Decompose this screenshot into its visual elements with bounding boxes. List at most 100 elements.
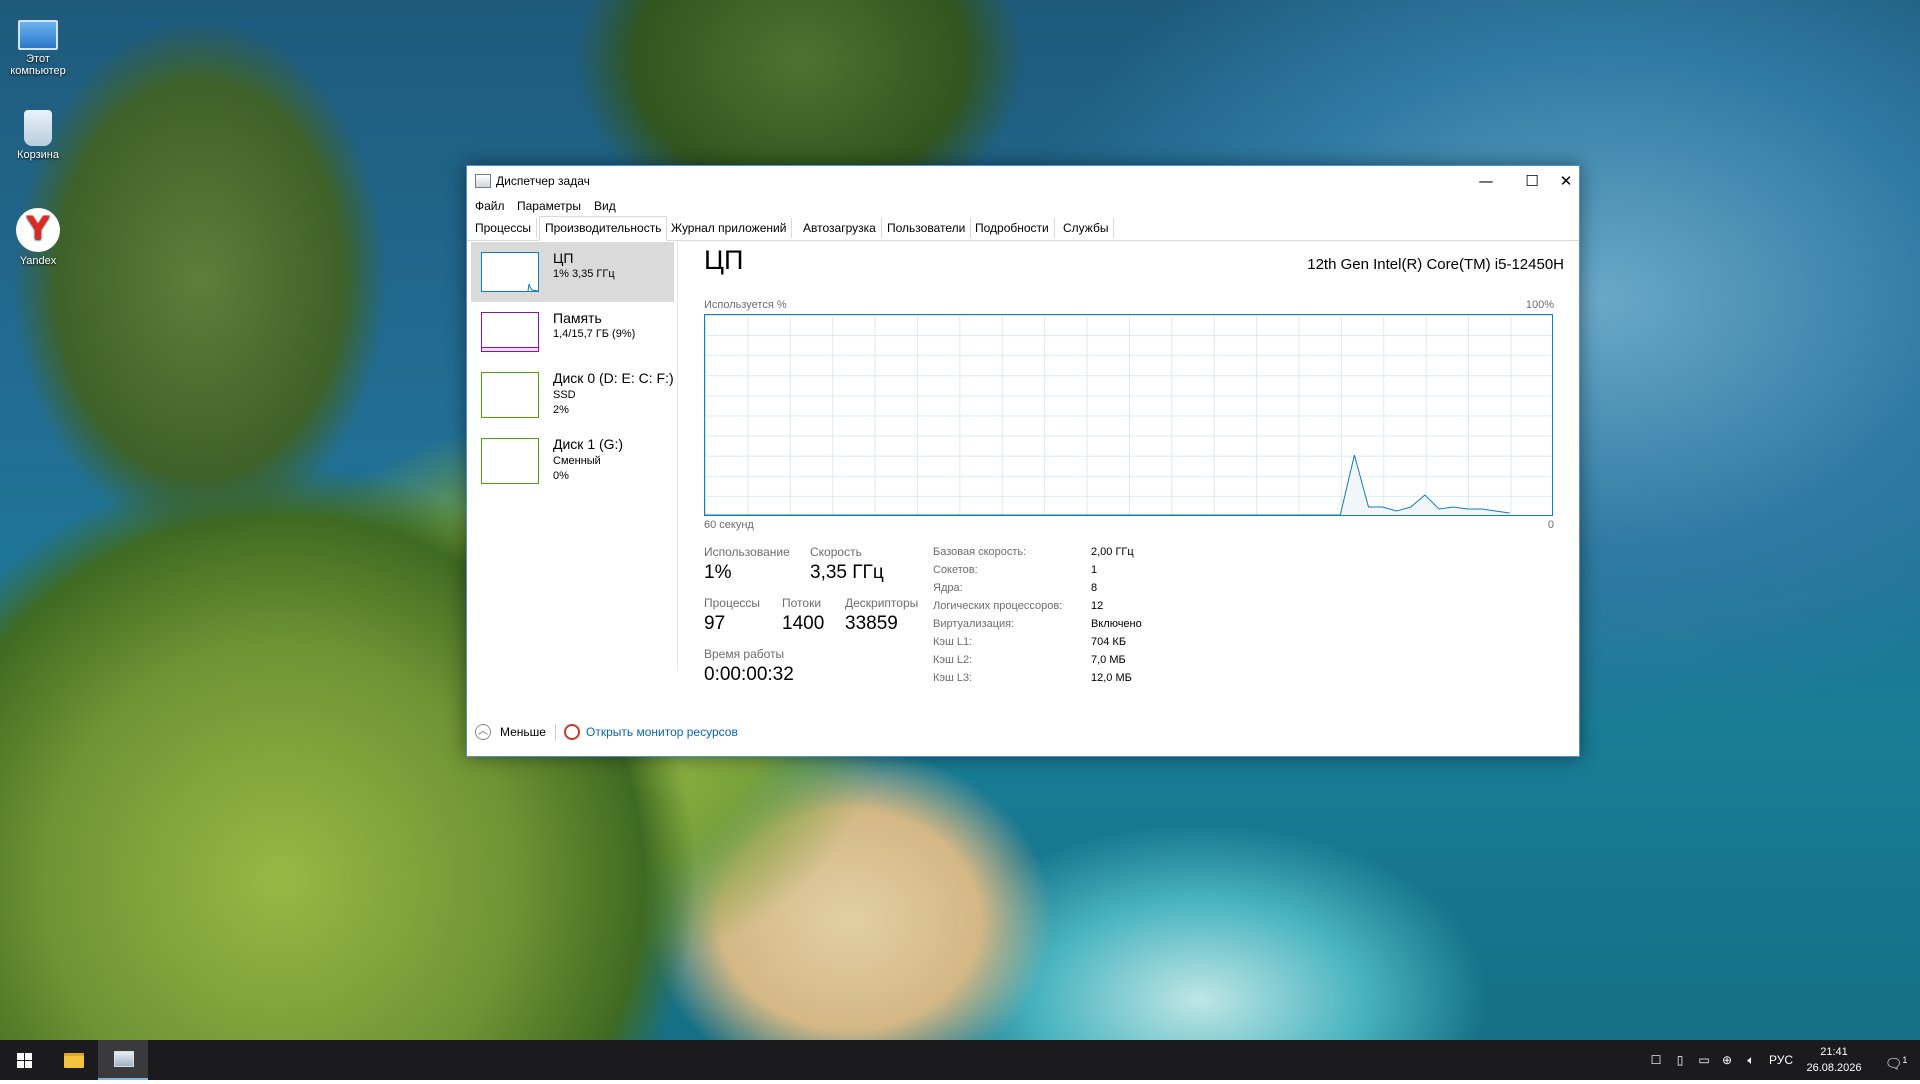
spec-label: Кэш L2: — [933, 654, 973, 666]
usage-label: Использование — [704, 545, 790, 559]
resource-title: Диск 0 (D: E: C: F:) — [553, 370, 674, 386]
yandex-browser-icon: Y — [16, 208, 60, 252]
spec-value: 12 — [1091, 600, 1104, 612]
taskbar-file-explorer[interactable] — [48, 1040, 98, 1080]
minimize-button[interactable]: — — [1463, 166, 1509, 196]
resource-subtitle: 1,4/15,7 ГБ (9%) — [553, 328, 636, 340]
resource-subtitle: Сменный — [553, 455, 601, 467]
spec-value: Включено — [1091, 618, 1142, 630]
chevron-up-icon[interactable]: ︿ — [475, 724, 491, 740]
notifications-button[interactable]: 🗨︎1 — [1876, 1040, 1916, 1080]
footer-bar: ︿ Меньше Открыть монитор ресурсов — [467, 716, 1579, 750]
task-manager-window: Диспетчер задач — ☐ ✕ Файл Параметры Вид… — [466, 165, 1580, 757]
spec-value: 704 КБ — [1091, 636, 1127, 648]
speed-label: Скорость — [810, 545, 862, 559]
open-resource-monitor-link[interactable]: Открыть монитор ресурсов — [586, 725, 738, 739]
cpu-thumbnail — [481, 252, 539, 292]
resource-value: 2% — [553, 404, 569, 416]
graph-x-label: 60 секунд — [704, 519, 754, 531]
desktop-icon-label: Этот компьютер — [10, 53, 66, 77]
cpu-heading: ЦП — [704, 245, 744, 275]
graph-y-min-label: 0 — [1547, 519, 1554, 531]
tab-details[interactable]: Подробности — [970, 218, 1055, 238]
cpu-model-name: 12th Gen Intel(R) Core(TM) i5-12450H — [1307, 256, 1564, 273]
desktop-icon-yandex[interactable]: Y Yandex — [2, 208, 74, 267]
spec-label: Базовая скорость: — [933, 546, 1027, 558]
resource-value: 0% — [553, 470, 569, 482]
file-explorer-icon — [64, 1053, 84, 1068]
fewer-details-button[interactable]: Меньше — [500, 725, 546, 739]
desktop-icon-this-pc[interactable]: Этот компьютер — [2, 12, 74, 77]
cpu-detail-panel: ЦП 12th Gen Intel(R) Core(TM) i5-12450H … — [704, 241, 1564, 685]
tab-users[interactable]: Пользователи — [882, 218, 972, 238]
clock[interactable]: 21:41 26.08.2026 — [1800, 1044, 1868, 1076]
desktop-icon-label: Yandex — [19, 255, 57, 267]
menu-view[interactable]: Вид — [594, 199, 616, 213]
tab-processes[interactable]: Процессы — [470, 218, 538, 238]
title-bar[interactable]: Диспетчер задач — ☐ ✕ — [467, 166, 1579, 196]
tab-bar: Процессы Производительность Журнал прило… — [467, 216, 1579, 241]
cpu-usage-line — [705, 454, 1510, 515]
threads-value: 1400 — [782, 613, 825, 634]
uptime-label: Время работы — [704, 647, 785, 661]
resource-subtitle: SSD — [553, 389, 576, 401]
spec-value: 1 — [1091, 564, 1098, 576]
resource-title: ЦП — [553, 250, 574, 266]
spec-label: Логических процессоров: — [933, 600, 1063, 612]
tab-startup[interactable]: Автозагрузка — [798, 218, 882, 238]
notifications-icon: 🗨︎ — [1884, 1055, 1903, 1072]
battery-icon[interactable]: ▭ — [1694, 1040, 1714, 1080]
uptime-value: 0:00:00:32 — [704, 664, 794, 685]
resource-disk-1[interactable]: Диск 1 (G:) Сменный 0% — [471, 428, 674, 488]
task-manager-icon — [475, 174, 491, 188]
spec-label: Кэш L1: — [933, 636, 973, 648]
desktop-icon-label: Корзина — [17, 149, 59, 161]
spec-label: Ядра: — [933, 582, 963, 594]
disk0-thumbnail — [481, 372, 539, 418]
resource-title: Диск 1 (G:) — [553, 436, 624, 452]
start-icon — [17, 1053, 32, 1068]
spec-label: Виртуализация: — [933, 618, 1015, 630]
maximize-button[interactable]: ☐ — [1509, 166, 1555, 196]
network-icon[interactable]: ⊕ — [1716, 1040, 1738, 1080]
tab-app-history[interactable]: Журнал приложений — [666, 218, 793, 238]
menu-options[interactable]: Параметры — [517, 199, 581, 213]
resource-memory[interactable]: Память 1,4/15,7 ГБ (9%) — [471, 302, 674, 362]
spec-label: Кэш L3: — [933, 672, 973, 684]
resource-monitor-icon[interactable] — [564, 724, 580, 740]
footer-divider — [555, 724, 556, 741]
taskbar-task-manager[interactable] — [98, 1040, 148, 1080]
show-desktop-icon[interactable]: ☐ — [1648, 1040, 1664, 1080]
clock-time: 21:41 — [1820, 1046, 1848, 1058]
graph-y-label: Используется % — [704, 299, 787, 311]
spec-value: 12,0 МБ — [1091, 672, 1132, 684]
spec-value: 8 — [1091, 582, 1098, 594]
desktop-icon-recycle-bin[interactable]: Корзина — [2, 110, 74, 161]
volume-icon[interactable]: 🔈︎ — [1740, 1040, 1762, 1080]
resource-list: ЦП 1% 3,35 ГГц Память 1,4/15,7 ГБ (9%) Д… — [467, 241, 678, 671]
handles-value: 33859 — [845, 613, 898, 634]
tab-performance[interactable]: Производительность — [539, 216, 668, 241]
usage-value: 1% — [704, 562, 732, 583]
speed-value: 3,35 ГГц — [810, 562, 884, 583]
input-language-indicator[interactable]: РУС — [1764, 1040, 1798, 1080]
recycle-bin-icon — [24, 110, 52, 146]
usb-device-icon[interactable]: ▯ — [1670, 1040, 1690, 1080]
tab-services[interactable]: Службы — [1058, 218, 1115, 238]
menu-bar: Файл Параметры Вид — [467, 196, 1579, 216]
resource-disk-0[interactable]: Диск 0 (D: E: C: F:) SSD 2% — [471, 362, 674, 422]
resource-title: Память — [553, 310, 602, 326]
processes-label: Процессы — [704, 596, 761, 610]
close-button[interactable]: ✕ — [1555, 166, 1577, 196]
cpu-usage-area — [705, 455, 1510, 515]
threads-label: Потоки — [782, 596, 822, 610]
memory-thumbnail — [481, 312, 539, 352]
handles-label: Дескрипторы — [845, 596, 919, 610]
spec-value: 2,00 ГГц — [1091, 546, 1134, 558]
processes-value: 97 — [704, 613, 726, 634]
start-button[interactable] — [0, 1040, 48, 1080]
resource-subtitle: 1% 3,35 ГГц — [553, 268, 615, 280]
clock-date: 26.08.2026 — [1806, 1062, 1862, 1074]
resource-cpu[interactable]: ЦП 1% 3,35 ГГц — [471, 242, 674, 302]
menu-file[interactable]: Файл — [475, 199, 505, 213]
